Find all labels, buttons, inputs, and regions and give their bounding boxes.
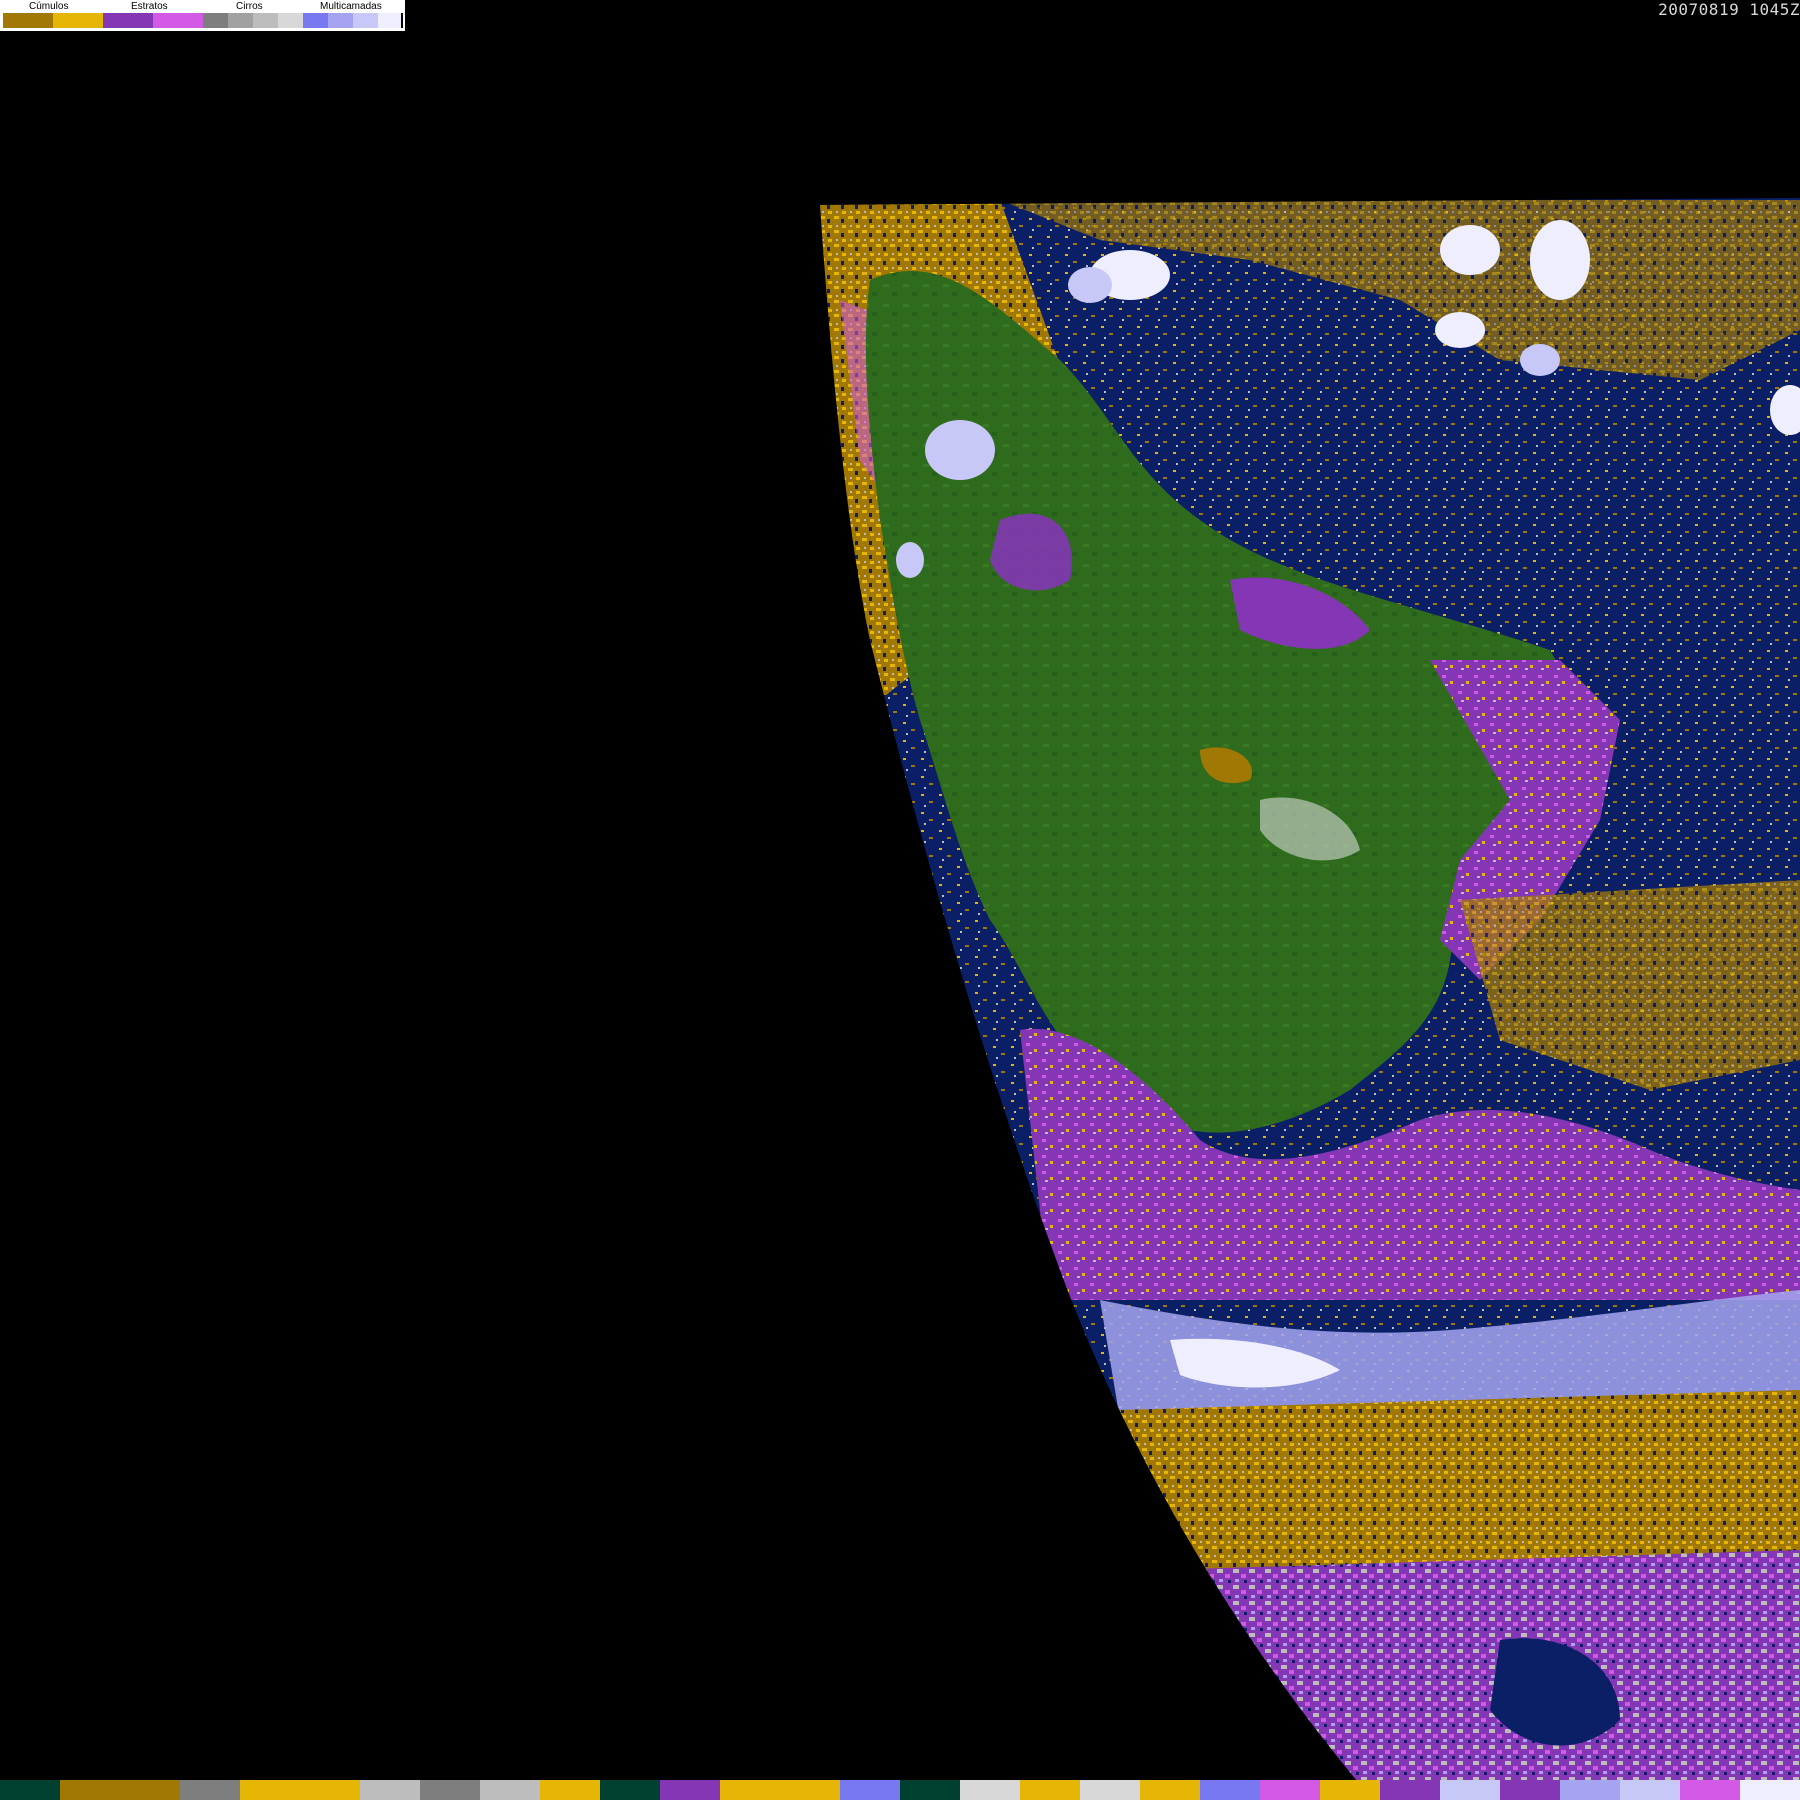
strip-cell xyxy=(660,1780,720,1800)
strip-cell xyxy=(1500,1780,1560,1800)
strip-cell xyxy=(0,1780,60,1800)
strip-cell xyxy=(900,1780,960,1800)
legend-swatch xyxy=(353,13,378,28)
legend-swatch xyxy=(103,13,153,28)
strip-cell xyxy=(1020,1780,1080,1800)
strip-cell xyxy=(1440,1780,1500,1800)
strip-cell xyxy=(1680,1780,1740,1800)
strip-cell xyxy=(1560,1780,1620,1800)
strip-cell xyxy=(1260,1780,1320,1800)
legend-swatch xyxy=(328,13,353,28)
strip-cell xyxy=(960,1780,1020,1800)
legend-swatches xyxy=(3,13,403,28)
strip-cell xyxy=(360,1780,420,1800)
earth-disk xyxy=(820,198,1800,1782)
strip-cell xyxy=(1320,1780,1380,1800)
legend-swatch xyxy=(228,13,253,28)
strip-cell xyxy=(840,1780,900,1800)
legend-swatch xyxy=(53,13,103,28)
cloud-puff xyxy=(1068,267,1112,303)
legend-swatch xyxy=(3,13,53,28)
satellite-image xyxy=(820,198,1800,1782)
strip-cell xyxy=(1140,1780,1200,1800)
strip-cell xyxy=(240,1780,300,1800)
strip-cell xyxy=(1620,1780,1680,1800)
strip-cell xyxy=(300,1780,360,1800)
strip-cell xyxy=(1740,1780,1800,1800)
legend-labels: Cúmulos Estratos Cirros Multicamadas xyxy=(0,0,405,13)
legend-swatch xyxy=(253,13,278,28)
cloud-puff xyxy=(1520,344,1560,376)
cloud-puff xyxy=(1435,312,1485,348)
cumulus-belt-south xyxy=(1120,1390,1800,1580)
cloud-puff xyxy=(925,420,995,480)
legend-swatch xyxy=(378,13,403,28)
legend-label-cumulus: Cúmulos xyxy=(29,1,69,12)
cloud-type-legend: Cúmulos Estratos Cirros Multicamadas xyxy=(0,0,405,31)
legend-swatch xyxy=(278,13,303,28)
mixed-cloud-far-south xyxy=(1160,1550,1800,1782)
strip-cell xyxy=(600,1780,660,1800)
strip-cell xyxy=(120,1780,180,1800)
legend-label-multilayer: Multicamadas xyxy=(320,1,382,12)
strip-cell xyxy=(720,1780,780,1800)
timestamp: 20070819 1045Z xyxy=(1658,0,1800,19)
cloud-puff xyxy=(896,542,924,578)
legend-label-stratus: Estratos xyxy=(131,1,168,12)
strip-cell xyxy=(540,1780,600,1800)
cloud-puff xyxy=(1440,225,1500,275)
satellite-map xyxy=(0,0,1800,1800)
strip-cell xyxy=(60,1780,120,1800)
cloud-puff xyxy=(1530,220,1590,300)
legend-swatch xyxy=(203,13,228,28)
legend-swatch xyxy=(153,13,203,28)
bottom-color-strip xyxy=(0,1780,1800,1800)
legend-swatch xyxy=(303,13,328,28)
strip-cell xyxy=(1380,1780,1440,1800)
strip-cell xyxy=(420,1780,480,1800)
strip-cell xyxy=(480,1780,540,1800)
strip-cell xyxy=(1200,1780,1260,1800)
legend-label-cirrus: Cirros xyxy=(236,1,263,12)
strip-cell xyxy=(1080,1780,1140,1800)
strip-cell xyxy=(780,1780,840,1800)
strip-cell xyxy=(180,1780,240,1800)
